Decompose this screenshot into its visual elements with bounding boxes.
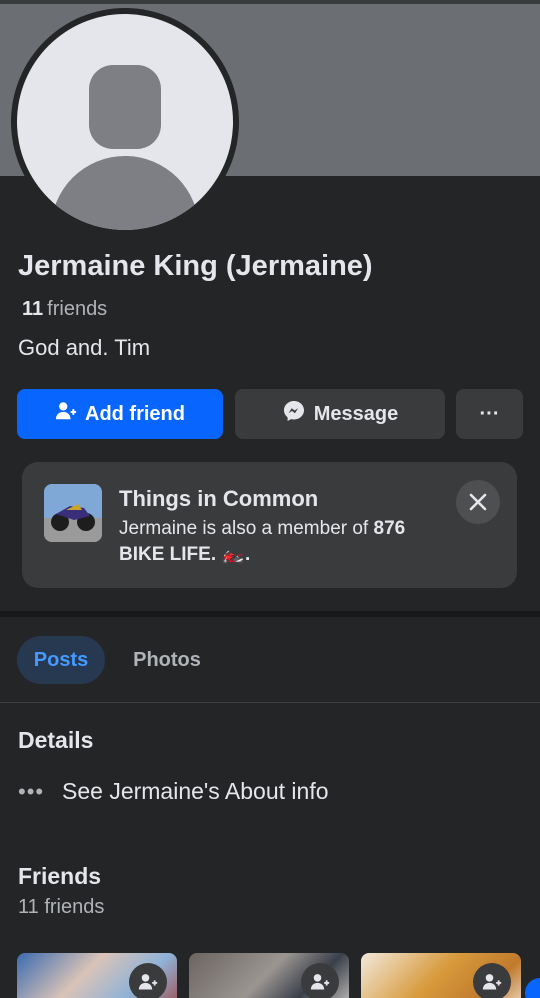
profile-bio: God and. Tim	[18, 335, 151, 360]
friends-count[interactable]: 11 friends	[22, 298, 107, 321]
membership-text: Jermaine is also a member of	[119, 518, 374, 539]
messenger-icon	[282, 399, 306, 429]
add-friend-button[interactable]: Add friend	[17, 389, 223, 439]
message-label: Message	[313, 402, 399, 425]
tab-posts[interactable]: Posts	[17, 636, 105, 684]
avatar-body-shape	[51, 156, 199, 230]
add-friend-icon[interactable]	[301, 963, 339, 998]
more-dots-icon: •••	[18, 778, 45, 804]
dismiss-button[interactable]	[456, 480, 500, 524]
friend-thumbnail[interactable]	[189, 953, 349, 998]
things-in-common-title: Things in Common	[119, 486, 319, 511]
section-divider	[0, 611, 540, 617]
profile-avatar[interactable]	[11, 8, 239, 236]
about-info-label: See Jermaine's About info	[62, 778, 329, 804]
tab-photos[interactable]: Photos	[122, 636, 212, 684]
about-info-link[interactable]: ••• See Jermaine's About info	[18, 778, 329, 805]
friend-thumbnail[interactable]	[17, 953, 177, 998]
more-dots-icon: ···	[479, 402, 500, 425]
add-friend-label: Add friend	[85, 402, 185, 425]
things-in-common-description: Jermaine is also a member of 876 BIKE LI…	[119, 516, 449, 568]
profile-name: Jermaine King (Jermaine)	[18, 250, 373, 282]
message-button[interactable]: Message	[235, 389, 445, 439]
add-friend-icon[interactable]	[473, 963, 511, 998]
things-in-common-card[interactable]: Things in Common Jermaine is also a memb…	[22, 462, 517, 588]
tabs-divider	[0, 702, 540, 703]
group-thumbnail	[44, 484, 102, 542]
floating-action-edge[interactable]	[525, 978, 540, 998]
details-heading: Details	[18, 727, 94, 753]
friends-section-count: 11 friends	[18, 896, 105, 918]
friends-count-number: 11	[22, 298, 44, 320]
more-options-button[interactable]: ···	[456, 389, 523, 439]
add-friend-icon	[55, 400, 77, 428]
friends-count-label: friends	[47, 298, 108, 320]
close-icon	[469, 493, 487, 511]
friend-thumbnail[interactable]	[361, 953, 521, 998]
default-avatar-icon	[17, 14, 233, 230]
avatar-head-shape	[89, 65, 161, 149]
friends-heading: Friends	[18, 863, 102, 889]
add-friend-icon[interactable]	[129, 963, 167, 998]
